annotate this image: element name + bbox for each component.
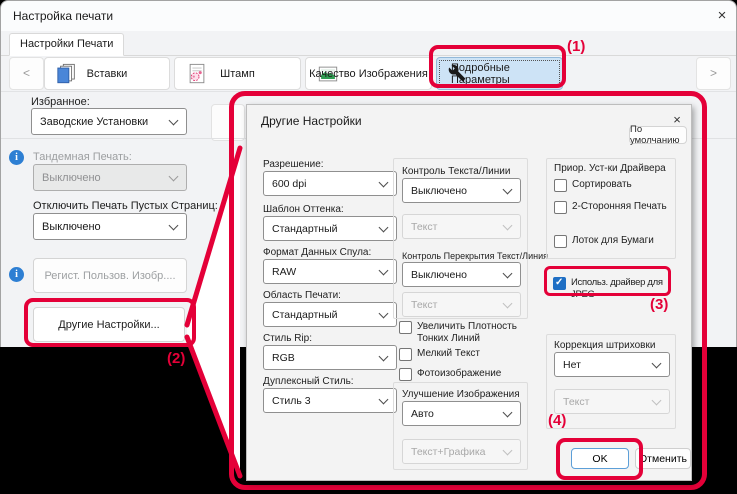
chevron-down-icon	[379, 351, 389, 361]
image-enhance-target-select: Текст+Графика	[402, 439, 521, 464]
image-enhance-label: Улучшение Изображения	[402, 389, 520, 400]
favorites-select[interactable]: Заводские Установки	[31, 108, 187, 135]
callout-2-highlight	[24, 298, 196, 347]
tab-button-label: Качество Изображения	[306, 58, 431, 89]
tab-strip: Настройки Печати	[1, 31, 736, 56]
overlap-target-select: Текст	[402, 292, 521, 317]
rip-style-select[interactable]: RGB	[263, 345, 397, 370]
callout-1-label: (1)	[567, 38, 585, 55]
hatch-target-select: Текст	[554, 389, 670, 414]
tab-button-inserts[interactable]: Вставки	[44, 57, 170, 90]
photo-image-row: Фотоизображение	[399, 368, 501, 381]
print-area-label: Область Печати:	[263, 290, 341, 301]
blank-pages-label: Отключить Печать Пустых Страниц:	[33, 200, 218, 212]
info-icon[interactable]: i	[9, 267, 24, 282]
tone-pattern-label: Шаблон Оттенка:	[263, 204, 344, 215]
tab-button-image-quality[interactable]: Качество Изображения	[305, 57, 432, 90]
callout-3-label: (3)	[650, 296, 668, 313]
blank-pages-select[interactable]: Выключено	[33, 213, 187, 240]
duplex-style-select[interactable]: Стиль 3	[263, 388, 397, 413]
title-bar: Настройка печати ×	[1, 1, 736, 31]
next-tab-button[interactable]: >	[696, 57, 731, 90]
chevron-down-icon	[169, 115, 179, 125]
paper-tray-checkbox[interactable]	[554, 235, 567, 248]
dialog-title: Другие Настройки	[261, 114, 362, 128]
text-line-target-select: Текст	[402, 214, 521, 239]
register-custom-image-button[interactable]: Регист. Пользов. Изобр....	[33, 258, 187, 293]
tandem-print-label: Тандемная Печать:	[33, 151, 132, 163]
prev-tab-button[interactable]: <	[9, 57, 44, 90]
text-line-control-select[interactable]: Выключено	[402, 178, 521, 203]
hatch-correction-label: Коррекция штриховки	[554, 340, 655, 351]
favorites-label: Избранное:	[31, 96, 90, 108]
chevron-down-icon	[503, 184, 513, 194]
overlap-control-label: Контроль Перекрытия Текст/Линия	[402, 251, 548, 261]
chevron-right-icon: >	[710, 66, 717, 80]
photo-image-checkbox[interactable]	[399, 368, 412, 381]
driver-priority-group: Приор. Уст-ки Драйвера Сортировать 2-Сто…	[546, 158, 676, 259]
collate-checkbox[interactable]	[554, 179, 567, 192]
callout-1-highlight	[429, 45, 566, 88]
default-button[interactable]: По умолчанию	[629, 126, 687, 144]
callout-4-label: (4)	[548, 412, 566, 429]
small-text-checkbox[interactable]	[399, 348, 412, 361]
chevron-down-icon	[503, 220, 513, 230]
window-title: Настройка печати	[13, 9, 113, 23]
info-icon[interactable]: i	[9, 150, 24, 165]
tab-print-settings[interactable]: Настройки Печати	[9, 33, 124, 56]
paper-tray-row: Лоток для Бумаги	[554, 235, 654, 248]
resolution-label: Разрешение:	[263, 159, 324, 170]
hatch-correction-select[interactable]: Нет	[554, 352, 670, 377]
callout-4-highlight	[556, 438, 643, 480]
chevron-down-icon	[652, 358, 662, 368]
two-sided-checkbox[interactable]	[554, 201, 567, 214]
chevron-down-icon	[169, 171, 179, 181]
chevron-down-icon	[379, 308, 389, 318]
callout-3-highlight	[544, 266, 671, 296]
tab-button-stamp[interactable]: Штамп	[174, 57, 301, 90]
screenshot-stage: Настройка печати × Настройки Печати < Вс…	[0, 0, 737, 494]
text-line-control-group: Контроль Текста/Линии Выключено Текст Ко…	[393, 158, 528, 319]
spool-data-format-label: Формат Данных Спула:	[263, 247, 371, 258]
chevron-left-icon: <	[23, 66, 30, 80]
image-enhance-group: Улучшение Изображения Авто Текст+Графика	[393, 382, 528, 470]
window-close-icon[interactable]: ×	[711, 6, 733, 26]
callout-2-label: (2)	[167, 350, 185, 367]
chevron-down-icon	[379, 222, 389, 232]
chevron-down-icon	[652, 395, 662, 405]
overlap-control-select[interactable]: Выключено	[402, 262, 521, 287]
tab-button-label: Штамп	[175, 58, 300, 89]
chevron-down-icon	[379, 265, 389, 275]
driver-priority-label: Приор. Уст-ки Драйвера	[554, 163, 666, 174]
rip-style-label: Стиль Rip:	[263, 333, 312, 344]
text-line-control-label: Контроль Текста/Линии	[402, 166, 510, 177]
thin-line-density-checkbox[interactable]	[399, 321, 412, 334]
print-area-select[interactable]: Стандартный	[263, 302, 397, 327]
chevron-down-icon	[503, 445, 513, 455]
chevron-down-icon	[169, 220, 179, 230]
chevron-down-icon	[503, 268, 513, 278]
tab-button-label: Вставки	[45, 58, 169, 89]
tone-pattern-select[interactable]: Стандартный	[263, 216, 397, 241]
tandem-print-select: Выключено	[33, 164, 187, 191]
chevron-down-icon	[503, 407, 513, 417]
resolution-select[interactable]: 600 dpi	[263, 171, 397, 196]
collate-row: Сортировать	[554, 179, 632, 192]
chevron-down-icon	[503, 298, 513, 308]
spool-data-format-select[interactable]: RAW	[263, 259, 397, 284]
chevron-down-icon	[379, 394, 389, 404]
thin-line-density-row: Увеличить Плотность Тонких Линий	[399, 321, 529, 345]
cancel-button[interactable]: Отменить	[635, 448, 691, 469]
two-sided-row: 2-Сторонняя Печать	[554, 201, 667, 214]
image-enhance-select[interactable]: Авто	[402, 401, 521, 426]
chevron-down-icon	[379, 177, 389, 187]
duplex-style-label: Дуплексный Стиль:	[263, 376, 354, 387]
small-text-row: Мелкий Текст	[399, 348, 480, 361]
